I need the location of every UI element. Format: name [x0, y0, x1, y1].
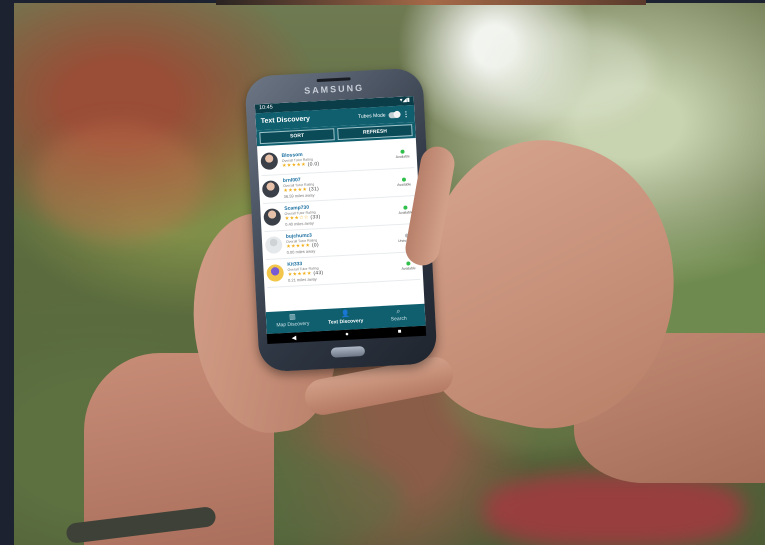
status-time: 10:45 [258, 104, 273, 112]
phone-screen: 10:45 ▾◢▮ Text Discovery Tubes Mode ⋮ SO… [254, 96, 426, 335]
app-title: Text Discovery [260, 115, 311, 126]
back-icon[interactable]: ◀ [291, 334, 296, 341]
home-button[interactable] [330, 345, 366, 358]
overflow-menu-icon[interactable]: ⋮ [402, 110, 409, 118]
status-dot-icon [400, 149, 405, 154]
avatar [266, 264, 285, 282]
home-icon[interactable]: ● [345, 332, 349, 338]
user-list: Blossom Overall Tutor Rating ★★★★★ (0.0)… [257, 138, 423, 290]
rating-count: (0.0) [307, 160, 320, 168]
tab-search[interactable]: ⌕ Search [372, 304, 426, 329]
avatar [263, 208, 282, 227]
tab-map-discovery[interactable]: ▥ Map Discovery [266, 309, 320, 334]
status-dot-icon [406, 261, 411, 266]
sort-button[interactable]: SORT [259, 128, 335, 145]
earpiece [316, 77, 351, 83]
red-sleeve [484, 473, 744, 545]
availability: Available [393, 177, 415, 187]
avatar [260, 152, 279, 171]
refresh-button[interactable]: REFRESH [337, 124, 413, 141]
status-dot-icon [403, 205, 408, 210]
avatar [264, 236, 283, 254]
foliage-blur [34, 123, 204, 243]
sky-highlight [494, 23, 654, 123]
top-image-strip [216, 0, 646, 5]
tab-text-discovery[interactable]: 👤 Text Discovery [319, 307, 373, 332]
smartphone: SAMSUNG 10:45 ▾◢▮ Text Discovery Tubes M… [244, 67, 438, 373]
availability: Available [391, 149, 413, 159]
avatar [261, 180, 280, 199]
tubes-mode-toggle[interactable] [388, 111, 400, 118]
recents-icon[interactable]: ■ [398, 329, 402, 335]
status-icons: ▾◢▮ [399, 97, 410, 104]
status-dot-icon [401, 177, 407, 182]
tubes-mode-label: Tubes Mode [357, 112, 386, 120]
